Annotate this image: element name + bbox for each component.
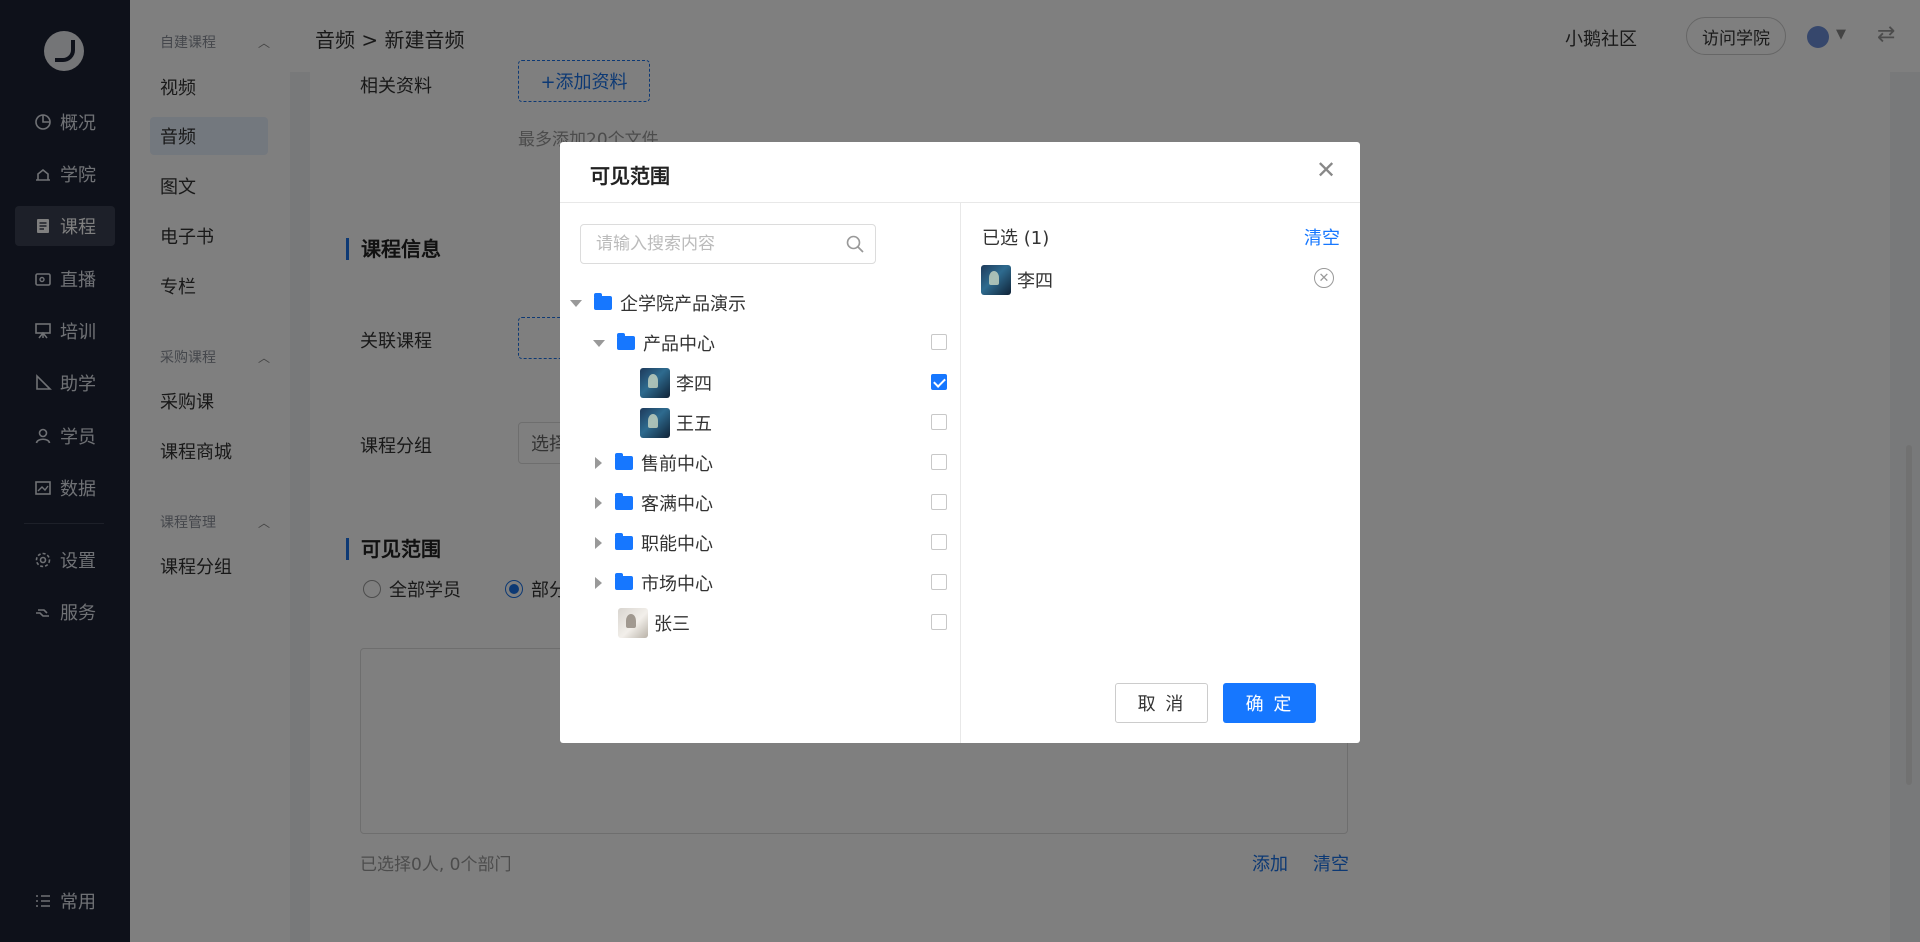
- close-icon[interactable]: ✕: [1316, 158, 1336, 182]
- tree-label: 张三: [654, 614, 690, 635]
- search-icon[interactable]: [845, 234, 865, 254]
- tree-label: 市场中心: [641, 574, 713, 595]
- checkbox-zhangsan[interactable]: [931, 614, 947, 630]
- caret-down-icon[interactable]: [570, 299, 582, 307]
- dialog-header: 可见范围 ✕: [560, 142, 1360, 203]
- caret-right-icon[interactable]: [595, 537, 602, 549]
- tree-label: 职能中心: [641, 534, 713, 555]
- checkbox-product[interactable]: [931, 334, 947, 350]
- tree-node-function[interactable]: 职能中心: [595, 523, 713, 563]
- tree-label: 企学院产品演示: [620, 294, 746, 315]
- dialog-title: 可见范围: [590, 164, 670, 188]
- checkbox-kuman[interactable]: [931, 494, 947, 510]
- tree-node-wangwu[interactable]: 王五: [640, 403, 712, 443]
- tree-label: 售前中心: [641, 454, 713, 475]
- caret-down-icon[interactable]: [593, 339, 605, 347]
- checkbox-lisi[interactable]: [931, 374, 947, 390]
- checkbox-presale[interactable]: [931, 454, 947, 470]
- visibility-dialog: 可见范围 ✕ 企学院产品演示 产品中心 李四 王五 售前中心 客满中心: [560, 142, 1360, 743]
- avatar: [640, 368, 670, 398]
- checkbox-wangwu[interactable]: [931, 414, 947, 430]
- folder-icon: [594, 293, 612, 310]
- folder-icon: [615, 493, 633, 510]
- cancel-button[interactable]: 取 消: [1115, 683, 1208, 723]
- tree-node-presale[interactable]: 售前中心: [595, 443, 713, 483]
- search-box: [580, 224, 876, 264]
- search-input[interactable]: [596, 234, 836, 254]
- checkbox-market[interactable]: [931, 574, 947, 590]
- caret-right-icon[interactable]: [595, 577, 602, 589]
- tree-label: 产品中心: [643, 334, 715, 355]
- caret-right-icon[interactable]: [595, 497, 602, 509]
- checkbox-function[interactable]: [931, 534, 947, 550]
- tree-node-market[interactable]: 市场中心: [595, 563, 713, 603]
- confirm-button[interactable]: 确 定: [1223, 683, 1316, 723]
- selected-item-label: 李四: [1017, 271, 1053, 292]
- folder-icon: [615, 453, 633, 470]
- tree-node-root[interactable]: 企学院产品演示: [570, 283, 746, 323]
- avatar: [618, 608, 648, 638]
- folder-icon: [615, 573, 633, 590]
- tree-label: 客满中心: [641, 494, 713, 515]
- caret-right-icon[interactable]: [595, 457, 602, 469]
- folder-icon: [617, 333, 635, 350]
- tree-node-lisi[interactable]: 李四: [640, 363, 712, 403]
- page-scrollbar[interactable]: [1906, 445, 1912, 785]
- folder-icon: [615, 533, 633, 550]
- selected-count: 已选 (1): [982, 228, 1050, 249]
- remove-circle-icon[interactable]: ✕: [1314, 268, 1334, 288]
- avatar: [640, 408, 670, 438]
- clear-selected-link[interactable]: 清空: [1304, 224, 1340, 250]
- tree-label: 李四: [676, 374, 712, 395]
- tree-node-zhangsan[interactable]: 张三: [618, 603, 690, 643]
- panel-divider: [960, 203, 961, 743]
- selected-item: 李四: [981, 263, 1341, 297]
- avatar: [981, 265, 1011, 295]
- tree-label: 王五: [676, 414, 712, 435]
- tree-node-kuman[interactable]: 客满中心: [595, 483, 713, 523]
- tree-node-product[interactable]: 产品中心: [593, 323, 715, 363]
